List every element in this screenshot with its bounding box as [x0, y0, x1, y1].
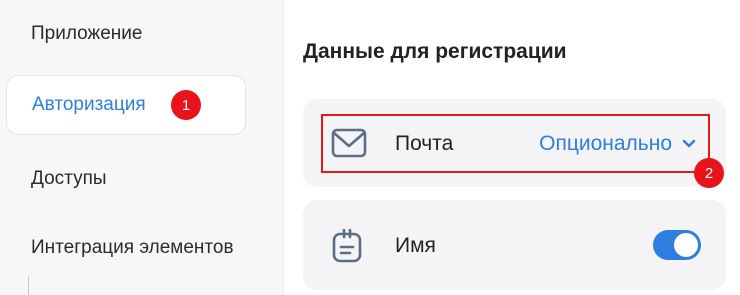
toggle-knob: [674, 233, 698, 257]
sidebar-item-element-integration[interactable]: Интеграция элементов: [6, 218, 246, 278]
sidebar-item-access[interactable]: Доступы: [6, 149, 246, 209]
annotation-highlight-box: [321, 114, 710, 173]
sidebar-item-app[interactable]: Приложение: [6, 4, 246, 64]
page-title: Данные для регистрации: [303, 40, 567, 63]
name-row-label: Имя: [395, 234, 436, 257]
name-toggle[interactable]: [653, 230, 701, 260]
sidebar-item-label: Интеграция элементов: [31, 237, 234, 258]
annotation-badge-2: 2: [694, 158, 724, 188]
sidebar-item-label: Авторизация: [32, 94, 146, 115]
tree-connector: [28, 276, 29, 295]
annotation-badge-1: 1: [171, 90, 201, 120]
sidebar-item-label: Приложение: [31, 23, 143, 44]
sidebar-item-label: Доступы: [31, 168, 107, 189]
sidebar-item-authorization[interactable]: Авторизация: [6, 75, 246, 135]
name-tag-icon: [332, 228, 362, 263]
sidebar: Приложение Авторизация Доступы Интеграци…: [0, 0, 284, 295]
